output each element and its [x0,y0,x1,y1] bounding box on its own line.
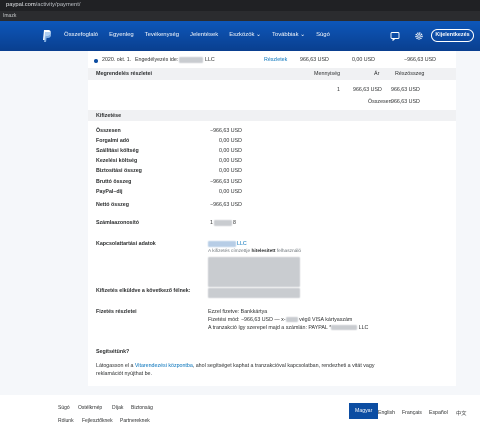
browser-address-bar[interactable]: paypal.com/activity/payment/ [0,0,480,11]
line2-pre: Fizetési mód: −966,63 USD — x- [208,317,286,323]
payment-row-value: 0,00 USD [219,138,242,144]
redacted-invoice-id [214,220,232,226]
language-option[interactable]: Español [429,410,448,416]
payment-row-label: Nettó összeg [96,202,129,208]
payment-row-label: Kezelési költség [96,158,138,164]
footer-link[interactable]: Biztonság [131,405,153,411]
redacted-merchant [179,57,203,63]
order-price: 966,63 USD [353,87,382,93]
redacted-card-digits [285,317,298,323]
footer-link[interactable]: Rólunk [58,418,74,424]
shipped-to-label: Kifizetés elküldve a következő félnek: [96,288,191,294]
payment-details-label: Fizetés részletei [96,309,137,315]
amount-net: −966,63 USD [404,57,436,63]
payment-row-value: −966,63 USD [210,128,242,134]
payment-row-label: Bruttó összeg [96,179,132,185]
verified-bold: hitelesített [251,249,276,254]
footer-link[interactable]: Fejlesztőknek [82,418,113,424]
nav-item-help[interactable]: Súgó [316,32,330,38]
nav-item-reports[interactable]: Jelentések [190,32,218,38]
order-details-title: Megrendelés részletei [96,71,153,77]
redacted-contact-block [208,257,300,287]
nav-item-tools[interactable]: Eszközök ⌄ [229,32,261,38]
transaction-date: 2020. okt. 1. [102,57,132,63]
help-text-line2: reklamációt nyújthat be. [96,371,152,377]
help-title: Segítsétünk? [96,349,130,355]
invoice-id-prefix: 1 [210,220,213,226]
order-subtotal: 966,63 USD [391,87,420,93]
redacted-shipping-address [208,288,300,298]
line2-post: végű VISA kártyaszám [299,317,353,323]
language-option[interactable]: 中文 [456,410,466,417]
bookmarks-bar: Imazk [0,11,480,21]
order-total-label: Összesen [368,99,392,105]
contact-label: Kapcsolattartási adatok [96,241,156,247]
payment-row-value: 0,00 USD [219,189,242,195]
language-option-active[interactable]: Magyar [349,403,379,419]
payment-row-label: PayPal–díj [96,189,123,195]
invoice-id-label: Számlaazonosító [96,220,139,226]
verified-note: A kifizetés címzettje hitelesített felha… [208,249,301,254]
col-price: Ár [374,71,380,77]
authorization-prefix: Engedélyezés ide: [135,57,179,63]
order-total: 966,63 USD [391,99,420,105]
footer-link[interactable]: Partnereknek [120,418,150,424]
url-path: /activity/payment/ [35,2,81,8]
nav-item-balance[interactable]: Egyenleg [109,32,134,38]
payment-details-line2: Fizetési mód: −966,63 USD — x- végű VISA… [208,317,352,323]
payment-details-line3: A tranzakció így szerepel majd a számlán… [208,325,368,331]
payment-details-line1: Ezzel fizetve: Bankkártya [208,309,268,315]
col-subtotal: Részösszeg [395,71,425,77]
resolution-center-link[interactable]: Vitarendezési központba [135,363,193,369]
transaction-summary-row: 2020. okt. 1. Engedélyezés ide: LLC Rész… [88,57,456,67]
nav-item-activity[interactable]: Tevékenység [145,32,179,38]
payment-row-value: 0,00 USD [219,158,242,164]
contact-name-suffix[interactable]: LLC [237,241,247,247]
verified-pre: A kifizetés címzettje [208,249,251,254]
redacted-contact-name [208,241,236,247]
payment-row-label: Összesen [96,128,121,134]
payment-row-value: −966,63 USD [210,202,242,208]
help-text-pre: Látogasson el a [96,363,135,369]
verified-post: felhasználó [276,249,302,254]
help-text-post: , ahol segítséget kaphat a tranzakcióval… [192,363,375,369]
payment-row-label: Szállítási költség [96,148,139,154]
nav-item-more[interactable]: Továbbiak ⌄ [272,32,305,38]
payment-row-label: Biztosítási összeg [96,168,142,174]
footer-link[interactable]: Súgó [58,405,70,411]
footer-link[interactable]: Díjak [112,405,123,411]
bookmark-item[interactable]: Imazk [3,13,16,19]
payment-row-value: 0,00 USD [219,148,242,154]
authorization-suffix: LLC [205,57,215,63]
redacted-descriptor [331,325,358,331]
payment-title: Kifizetése [96,113,122,119]
language-option[interactable]: English [378,410,395,416]
invoice-id-suffix: 8 [233,220,236,226]
line3-pre: A tranzakció így szerepel majd a számlán… [208,325,332,331]
line3-post: LLC [358,325,369,331]
url-domain: paypal.com [6,2,36,8]
top-navigation: Összefoglaló Egyenleg Tevékenység Jelent… [0,21,480,51]
footer-link[interactable]: Ostélkrnép [78,405,102,411]
transaction-details-card: 2020. okt. 1. Engedélyezés ide: LLC Rész… [88,51,456,386]
payment-header: Kifizetése [88,110,456,121]
col-quantity: Mennyiség [314,71,341,77]
order-quantity: 1 [337,87,340,93]
language-option[interactable]: Français [402,410,422,416]
payment-row-value: 0,00 USD [219,168,242,174]
details-link[interactable]: Részletek [264,57,287,63]
payment-row-label: Forgalmi adó [96,138,130,144]
payment-row-value: −966,63 USD [210,179,242,185]
message-icon[interactable] [390,31,400,41]
help-text: Látogasson el a Vitarendezési központba,… [96,363,374,369]
gear-icon[interactable] [414,31,424,41]
status-dot-icon [94,58,98,63]
order-details-header: Megrendelés részletei Mennyiség Ár Részö… [88,68,456,80]
nav-item-summary[interactable]: Összefoglaló [64,32,98,38]
logout-button[interactable]: Kijelentkezés [431,29,474,42]
paypal-logo-icon[interactable] [42,30,51,42]
amount-fee: 0,00 USD [352,57,375,63]
url-text[interactable]: paypal.com/activity/payment/ [6,2,80,8]
amount-gross: 966,63 USD [300,57,329,63]
